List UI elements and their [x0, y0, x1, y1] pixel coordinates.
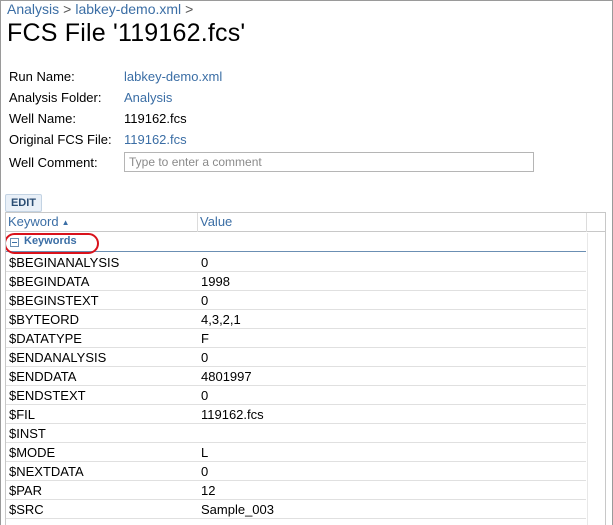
table-row[interactable]: $ENDSTEXT 0 [6, 386, 586, 405]
vertical-scrollbar[interactable] [587, 233, 605, 525]
table-row[interactable]: $BYTEORD 4,3,2,1 [6, 310, 586, 329]
analysis-folder-link[interactable]: Analysis [124, 90, 172, 105]
table-row[interactable]: $BEGINSTEXT 0 [6, 291, 586, 310]
table-row[interactable]: $FIL 119162.fcs [6, 405, 586, 424]
keyword-cell: $FIL [9, 407, 36, 422]
breadcrumb-analysis-link[interactable]: Analysis [7, 1, 59, 17]
page-title: FCS File '119162.fcs' [7, 19, 246, 47]
value-column-label: Value [200, 214, 233, 229]
keyword-cell: $NEXTDATA [9, 464, 84, 479]
run-name-label: Run Name: [9, 69, 75, 84]
value-cell: Sample_003 [201, 502, 274, 517]
table-row[interactable]: $NEXTDATA 0 [6, 462, 586, 481]
table-row[interactable]: $BEGINANALYSIS 0 [6, 253, 586, 272]
keyword-cell: $BEGINANALYSIS [9, 255, 120, 270]
keyword-cell: $PAR [9, 483, 42, 498]
well-name-value: 119162.fcs [124, 111, 187, 126]
value-cell: 4801997 [201, 369, 252, 384]
keyword-cell: $BYTEORD [9, 312, 80, 327]
keyword-cell: $ENDANALYSIS [9, 350, 107, 365]
well-comment-label: Well Comment: [9, 155, 98, 170]
keyword-cell: $DATATYPE [9, 331, 82, 346]
breadcrumb-separator: > [63, 1, 72, 17]
table-row[interactable]: $DATATYPE F [6, 329, 586, 348]
keyword-column-header[interactable]: Keyword ▲ [6, 213, 198, 232]
table-row[interactable]: $SRC Sample_003 [6, 500, 586, 519]
keywords-group-row[interactable]: Keywords [6, 233, 586, 254]
value-cell: L [201, 445, 209, 460]
value-cell: 1998 [201, 274, 230, 289]
value-cell: 0 [201, 464, 209, 479]
table-row[interactable]: $ENDDATA 4801997 [6, 367, 586, 386]
header-spacer [587, 213, 605, 232]
run-name-link[interactable]: labkey-demo.xml [124, 69, 222, 84]
edit-button[interactable]: EDIT [5, 194, 42, 212]
table-row[interactable]: $PAR 12 [6, 481, 586, 500]
keyword-grid: Keyword ▲ Value Keywords $BEGINANALYSIS 0 … [5, 212, 606, 525]
keyword-cell: $MODE [9, 445, 56, 460]
value-column-header[interactable]: Value [198, 213, 587, 232]
sort-ascending-icon: ▲ [61, 218, 70, 227]
grid-header: Keyword ▲ Value [6, 213, 605, 232]
collapse-icon[interactable] [10, 238, 19, 247]
original-fcs-file-link[interactable]: 119162.fcs [124, 132, 187, 147]
keyword-cell: $BEGINSTEXT [9, 293, 99, 308]
value-cell: 12 [201, 483, 216, 498]
value-cell: 0 [201, 255, 209, 270]
value-cell: 0 [201, 350, 209, 365]
keyword-column-label: Keyword [8, 214, 59, 229]
analysis-folder-label: Analysis Folder: [9, 90, 102, 105]
original-fcs-file-label: Original FCS File: [9, 132, 112, 147]
value-cell: F [201, 331, 209, 346]
table-row[interactable]: $MODE L [6, 443, 586, 462]
keyword-cell: $BEGINDATA [9, 274, 90, 289]
table-row[interactable]: $ENDANALYSIS 0 [6, 348, 586, 367]
value-cell: 0 [201, 388, 209, 403]
grid-rows: $BEGINANALYSIS 0 $BEGINDATA 1998 $BEGINSTE… [6, 253, 586, 519]
breadcrumb-labkey-demo-link[interactable]: labkey-demo.xml [75, 1, 181, 17]
table-row[interactable]: $INST [6, 424, 586, 443]
keyword-cell: $ENDDATA [9, 369, 77, 384]
breadcrumb: Analysis > labkey-demo.xml > [7, 1, 197, 17]
breadcrumb-separator: > [185, 1, 194, 17]
keyword-cell: $INST [9, 426, 46, 441]
well-name-label: Well Name: [9, 111, 76, 126]
keyword-cell: $SRC [9, 502, 44, 517]
value-cell: 4,3,2,1 [201, 312, 241, 327]
value-cell: 119162.fcs [201, 407, 264, 422]
well-comment-input[interactable] [124, 152, 534, 172]
value-cell: 0 [201, 293, 209, 308]
keywords-group-label: Keywords [24, 235, 77, 247]
table-row[interactable]: $BEGINDATA 1998 [6, 272, 586, 291]
keyword-cell: $ENDSTEXT [9, 388, 86, 403]
